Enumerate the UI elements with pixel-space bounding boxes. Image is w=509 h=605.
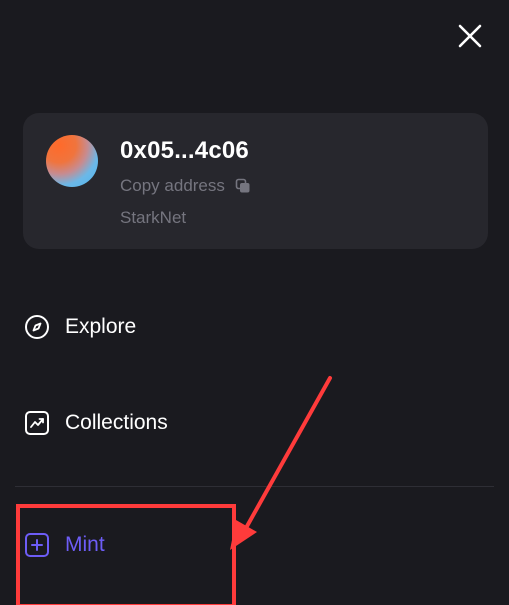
close-icon — [458, 24, 482, 48]
wallet-address: 0x05...4c06 — [120, 137, 249, 164]
network-label: StarkNet — [120, 208, 187, 227]
nav-item-collections[interactable]: Collections — [24, 410, 168, 436]
nav-item-explore[interactable]: Explore — [24, 314, 136, 340]
trending-chart-icon — [25, 411, 49, 435]
compass-icon — [25, 315, 49, 339]
nav-item-explore-label: Explore — [65, 315, 137, 338]
close-button[interactable] — [456, 22, 484, 50]
avatar — [46, 135, 98, 187]
account-card: 0x05...4c06 Copy address StarkNet — [23, 113, 488, 249]
annotation-highlight-box — [16, 504, 236, 605]
copy-address-label: Copy address — [120, 176, 225, 195]
mobile-menu: 0x05...4c06 Copy address StarkNet Explor… — [0, 0, 509, 605]
copy-address-button[interactable]: Copy address — [120, 176, 251, 196]
nav-item-collections-label: Collections — [65, 411, 168, 434]
divider — [15, 486, 494, 487]
copy-icon — [235, 178, 250, 193]
